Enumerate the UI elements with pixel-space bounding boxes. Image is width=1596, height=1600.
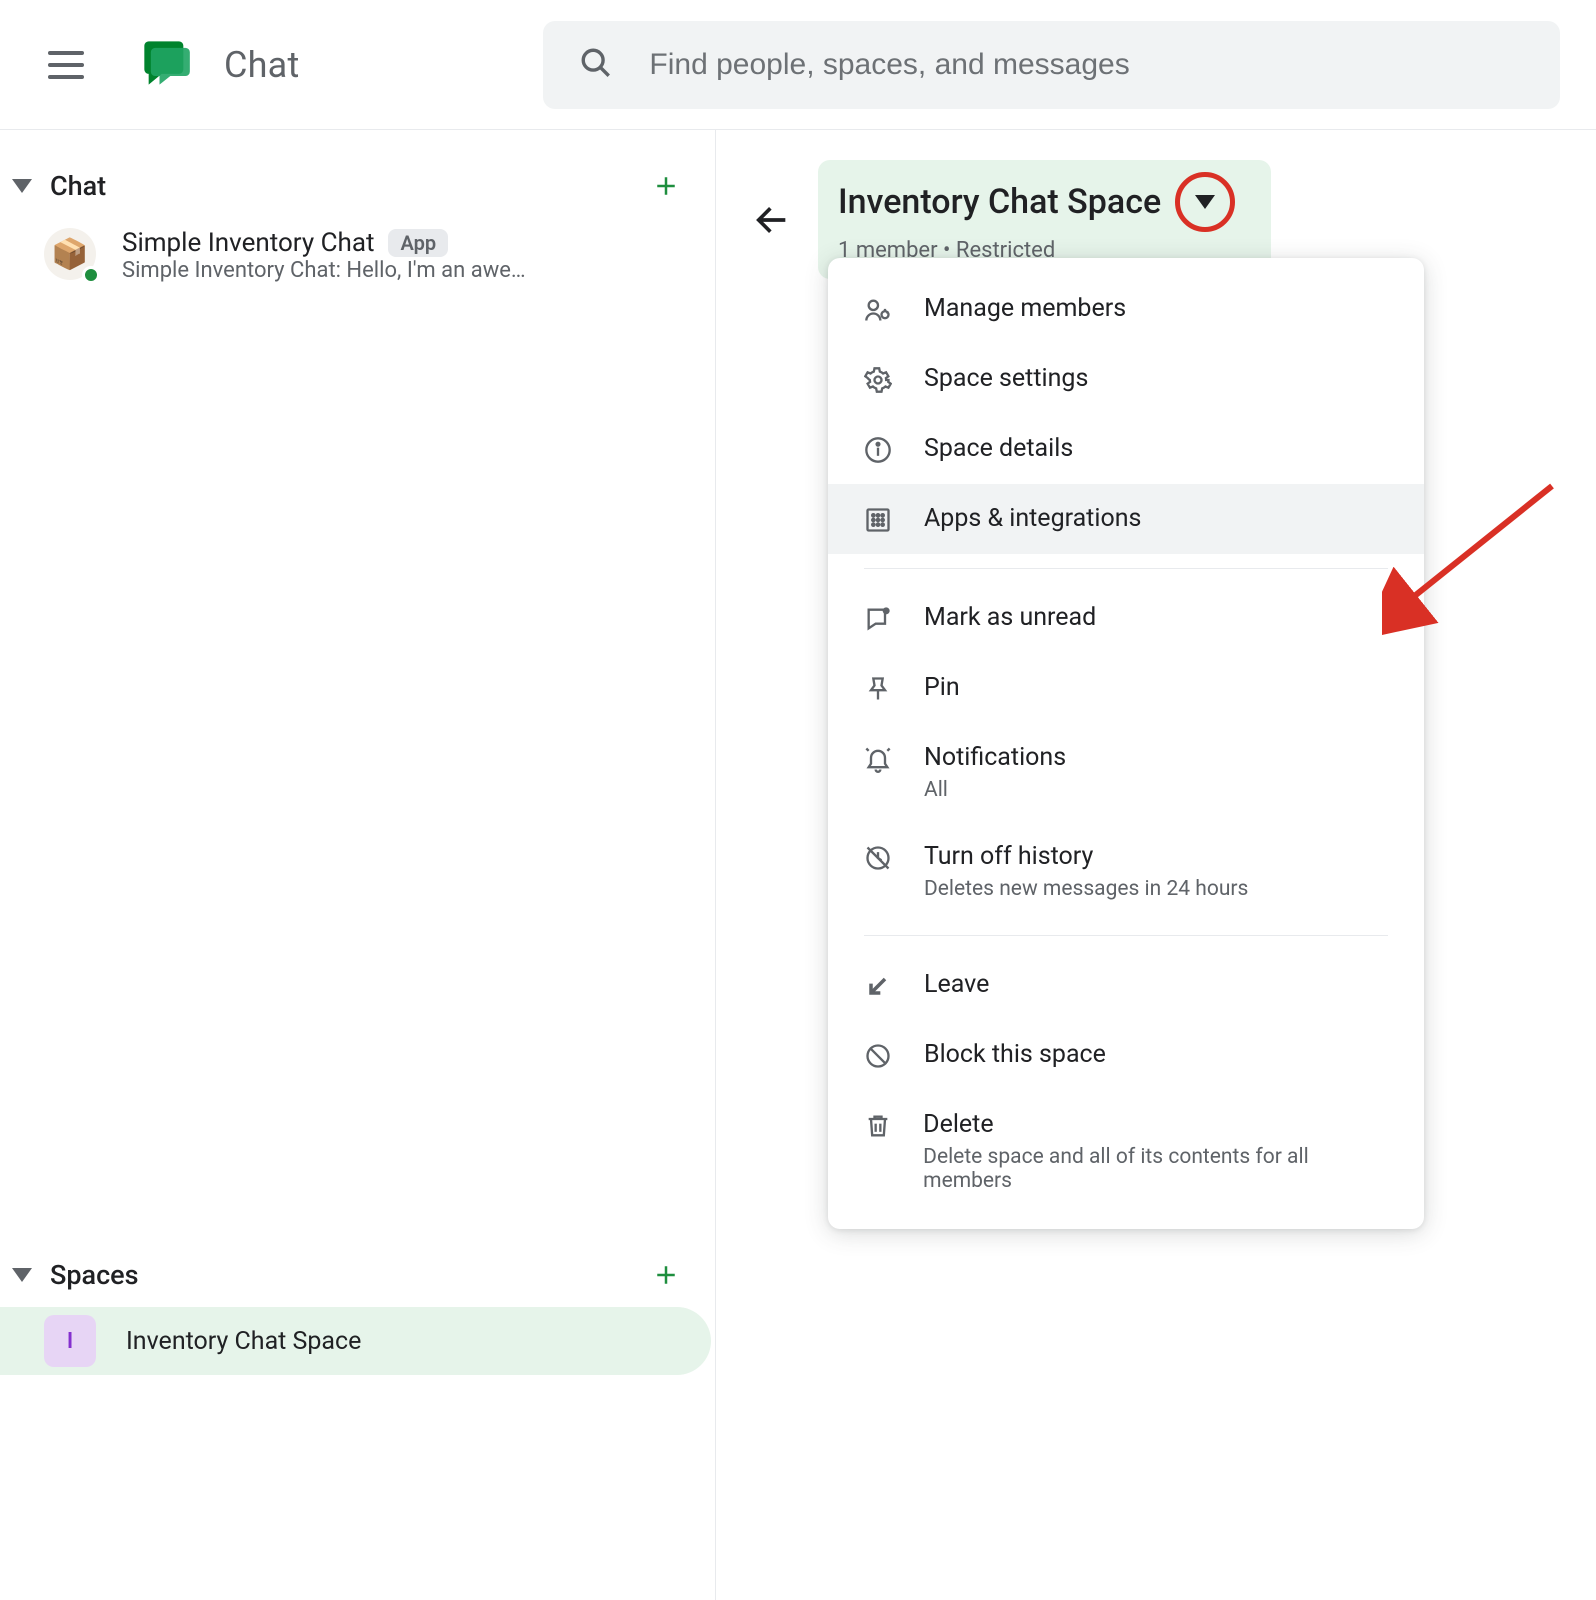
space-item-name: Inventory Chat Space — [126, 1327, 361, 1356]
history-off-icon — [862, 842, 894, 872]
chat-logo-icon — [140, 37, 192, 93]
members-icon — [862, 294, 894, 324]
block-icon — [862, 1040, 894, 1070]
chat-section-header[interactable]: Chat — [0, 154, 715, 218]
menu-turn-off-history[interactable]: Turn off history Deletes new messages in… — [828, 822, 1424, 921]
chat-item-snippet: Simple Inventory Chat: Hello, I'm an awe… — [122, 258, 526, 283]
menu-block-space[interactable]: Block this space — [828, 1020, 1424, 1090]
menu-notifications[interactable]: Notifications All — [828, 723, 1424, 822]
menu-item-label: Apps & integrations — [924, 504, 1141, 533]
menu-item-sub: All — [924, 778, 1066, 802]
menu-separator — [864, 935, 1388, 936]
menu-item-label: Notifications — [924, 743, 1066, 772]
unread-icon — [862, 603, 894, 633]
bell-icon — [862, 743, 894, 773]
menu-space-details[interactable]: Space details — [828, 414, 1424, 484]
menu-manage-members[interactable]: Manage members — [828, 274, 1424, 344]
apps-icon — [862, 504, 894, 534]
menu-separator — [864, 568, 1388, 569]
menu-item-label: Pin — [924, 673, 960, 702]
menu-item-label: Mark as unread — [924, 603, 1096, 632]
back-button[interactable] — [752, 200, 792, 240]
menu-icon[interactable] — [48, 51, 84, 79]
top-bar: Chat — [0, 0, 1596, 130]
space-title: Inventory Chat Space — [838, 182, 1161, 222]
sidebar: Chat 📦 Simple Inventory Chat App Simple … — [0, 130, 716, 1600]
search-bar[interactable] — [543, 21, 1560, 109]
search-input[interactable] — [649, 48, 1524, 82]
new-chat-button[interactable] — [651, 171, 681, 201]
spaces-section-label: Spaces — [50, 1259, 651, 1291]
menu-mark-unread[interactable]: Mark as unread — [828, 583, 1424, 653]
chat-item-title: Simple Inventory Chat — [122, 228, 374, 258]
menu-space-settings[interactable]: Space settings — [828, 344, 1424, 414]
menu-delete[interactable]: Delete Delete space and all of its conte… — [828, 1090, 1424, 1213]
menu-item-label: Leave — [924, 970, 989, 999]
chat-list-item[interactable]: 📦 Simple Inventory Chat App Simple Inven… — [0, 218, 715, 293]
menu-item-label: Space details — [924, 434, 1073, 463]
leave-icon — [862, 970, 894, 1000]
gear-icon — [862, 364, 894, 394]
dropdown-trigger-highlight[interactable] — [1175, 172, 1235, 232]
content-pane: Inventory Chat Space 1 member • Restrict… — [716, 130, 1596, 1600]
menu-apps-integrations[interactable]: Apps & integrations — [828, 484, 1424, 554]
spaces-section-header[interactable]: Spaces — [0, 1243, 715, 1307]
caret-down-icon — [1195, 195, 1215, 209]
new-space-button[interactable] — [651, 1260, 681, 1290]
space-avatar: I — [44, 1315, 96, 1367]
space-dropdown-menu: Manage members Space settings Space deta… — [828, 258, 1424, 1229]
menu-leave[interactable]: Leave — [828, 950, 1424, 1020]
chevron-down-icon — [12, 179, 32, 193]
space-list-item[interactable]: I Inventory Chat Space — [0, 1307, 711, 1375]
chevron-down-icon — [12, 1268, 32, 1282]
chat-section-label: Chat — [50, 170, 651, 202]
pin-icon — [862, 673, 894, 703]
menu-item-sub: Delete space and all of its contents for… — [923, 1145, 1390, 1193]
app-name: Chat — [224, 44, 299, 86]
menu-item-sub: Deletes new messages in 24 hours — [924, 877, 1248, 901]
annotation-arrow — [1382, 476, 1562, 636]
menu-item-label: Space settings — [924, 364, 1088, 393]
menu-item-label: Block this space — [924, 1040, 1106, 1069]
menu-pin[interactable]: Pin — [828, 653, 1424, 723]
app-badge: App — [388, 229, 448, 257]
menu-item-label: Delete — [923, 1110, 1390, 1139]
app-logo[interactable]: Chat — [140, 37, 299, 93]
info-icon — [862, 434, 894, 464]
trash-icon — [862, 1110, 893, 1140]
menu-item-label: Turn off history — [924, 842, 1248, 871]
presence-indicator — [82, 266, 100, 284]
search-icon — [579, 46, 613, 84]
menu-item-label: Manage members — [924, 294, 1126, 323]
